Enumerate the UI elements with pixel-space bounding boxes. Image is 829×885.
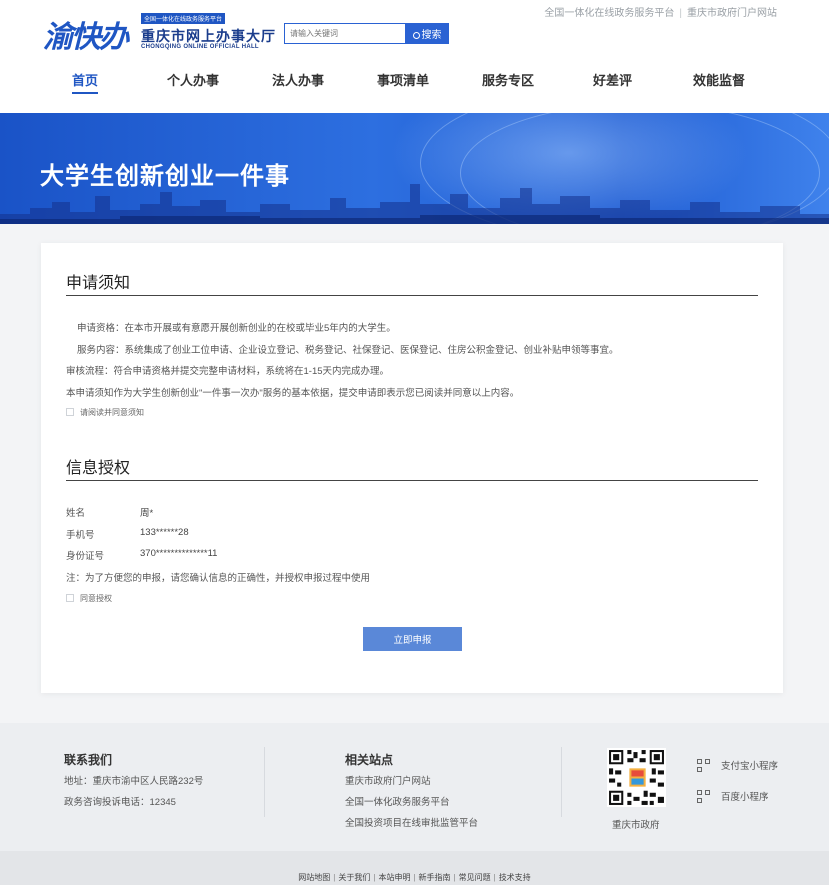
notice-service-content: 服务内容：系统集成了创业工位申请、企业设立登记、税务登记、社保登记、医保登记、住… [77, 345, 619, 356]
auth-note: 注：为了方便您的申报，请您确认信息的正确性，并授权申报过程中使用 [66, 573, 371, 584]
notice-title: 申请须知 [66, 275, 131, 292]
nav-item-list[interactable]: 事项清单 [377, 70, 429, 89]
qr-code-icon [607, 748, 666, 807]
contact-title: 联系我们 [64, 753, 113, 767]
main-nav: 首页 个人办事 法人办事 事项清单 服务专区 好差评 效能监督 [0, 70, 829, 100]
bottom-link-separator: | [413, 873, 416, 882]
search-button-label: 搜索 [421, 30, 442, 41]
qr-label: 重庆市政府 [612, 820, 660, 831]
bottom-link-separator: | [493, 873, 496, 882]
bottom-link-separator: | [453, 873, 456, 882]
qr-small-icon [697, 790, 710, 803]
bottom-link-faq[interactable]: 常见问题 [459, 873, 491, 882]
logo-name[interactable]: 重庆市网上办事大厅 [141, 26, 276, 46]
application-card: 申请须知 申请资格：在本市开展或有意愿开展创新创业的在校或毕业5年内的大学生。 … [41, 243, 783, 693]
site-header: 全国一体化在线政务服务平台 | 重庆市政府门户网站 渝快办 全国一体化在线政务服务平… [0, 0, 829, 113]
checkbox-box[interactable] [66, 408, 74, 416]
site-footer: 联系我们 地址：重庆市渝中区人民路232号 政务咨询投诉电话：12345 相关站… [0, 723, 829, 851]
search-bar: 搜索 [284, 23, 449, 44]
footer-divider [264, 747, 265, 817]
logo-badge: 全国一体化在线政务服务平台 [141, 13, 226, 24]
auth-title: 信息授权 [66, 460, 131, 477]
field-name-value: 周* [140, 508, 154, 519]
top-link-national-platform[interactable]: 全国一体化在线政务服务平台 [544, 8, 674, 19]
bottom-bar: 网站地图 | 关于我们 | 本站申明 | 新手指南 | 常见问题 | 技术支持 [0, 851, 829, 885]
alipay-mini-program[interactable]: 支付宝小程序 [697, 758, 778, 772]
nav-legal-entity[interactable]: 法人办事 [272, 70, 324, 89]
field-id-value: 370**************11 [140, 548, 218, 559]
qr-small-icon [697, 759, 710, 772]
top-links: 全国一体化在线政务服务平台 | 重庆市政府门户网站 [544, 4, 777, 19]
site-link-national-platform[interactable]: 全国一体化政务服务平台 [345, 794, 450, 808]
bottom-link-separator: | [373, 873, 376, 882]
bottom-link-separator: | [333, 873, 336, 882]
logo-mark[interactable]: 渝快办 [43, 12, 129, 56]
field-phone-label: 手机号 [66, 530, 95, 541]
sites-title: 相关站点 [345, 753, 394, 767]
top-link-gov-portal[interactable]: 重庆市政府门户网站 [687, 8, 777, 19]
contact-address: 地址：重庆市渝中区人民路232号 [64, 776, 204, 787]
contact-hotline: 政务咨询投诉电话：12345 [64, 797, 176, 808]
search-input[interactable] [284, 23, 405, 44]
auth-divider [66, 480, 758, 481]
field-phone-value: 133******28 [140, 527, 189, 538]
field-name-label: 姓名 [66, 508, 86, 519]
page-banner: 大学生创新创业一件事 [0, 113, 829, 224]
search-button[interactable]: 搜索 [405, 23, 449, 44]
page-title: 大学生创新创业一件事 [40, 163, 290, 190]
nav-evaluation[interactable]: 好差评 [593, 70, 632, 89]
bottom-link-support[interactable]: 技术支持 [499, 873, 531, 882]
bottom-link-statement[interactable]: 本站申明 [378, 873, 410, 882]
footer-divider [561, 747, 562, 817]
baidu-mini-program[interactable]: 百度小程序 [697, 789, 769, 803]
alipay-mini-program-label: 支付宝小程序 [721, 761, 779, 772]
auth-agree-checkbox[interactable]: 同意授权 [66, 593, 112, 604]
bottom-links: 网站地图 | 关于我们 | 本站申明 | 新手指南 | 常见问题 | 技术支持 [0, 872, 829, 883]
nav-personal[interactable]: 个人办事 [167, 70, 219, 89]
notice-review-process: 审核流程：符合申请资格并提交完整申请材料，系统将在1-15天内完成办理。 [66, 366, 390, 377]
top-link-separator: | [679, 8, 682, 19]
notice-statement: 本申请须知作为大学生创新创业"一件事一次办"服务的基本依据，提交申请即表示您已阅… [66, 388, 520, 399]
submit-button[interactable]: 立即申报 [363, 627, 462, 651]
notice-eligibility: 申请资格：在本市开展或有意愿开展创新创业的在校或毕业5年内的大学生。 [77, 323, 396, 334]
logo-english-name: CHONGQING ONLINE OFFICIAL HALL [141, 44, 259, 50]
nav-supervision[interactable]: 效能监督 [693, 70, 745, 89]
field-id-label: 身份证号 [66, 551, 105, 562]
nav-service-zone[interactable]: 服务专区 [482, 70, 534, 89]
notice-agree-label: 请阅读并同意须知 [80, 408, 144, 417]
site-link-investment-platform[interactable]: 全国投资项目在线审批监管平台 [345, 815, 478, 829]
auth-agree-label: 同意授权 [80, 594, 112, 603]
baidu-mini-program-label: 百度小程序 [721, 792, 769, 803]
bottom-link-about[interactable]: 关于我们 [338, 873, 370, 882]
bottom-link-sitemap[interactable]: 网站地图 [298, 873, 330, 882]
checkbox-box[interactable] [66, 594, 74, 602]
nav-home[interactable]: 首页 [72, 70, 99, 94]
site-link-gov-portal[interactable]: 重庆市政府门户网站 [345, 773, 431, 787]
bottom-link-guide[interactable]: 新手指南 [419, 873, 451, 882]
search-icon [412, 32, 420, 39]
notice-divider [66, 295, 758, 296]
notice-agree-checkbox[interactable]: 请阅读并同意须知 [66, 407, 144, 418]
